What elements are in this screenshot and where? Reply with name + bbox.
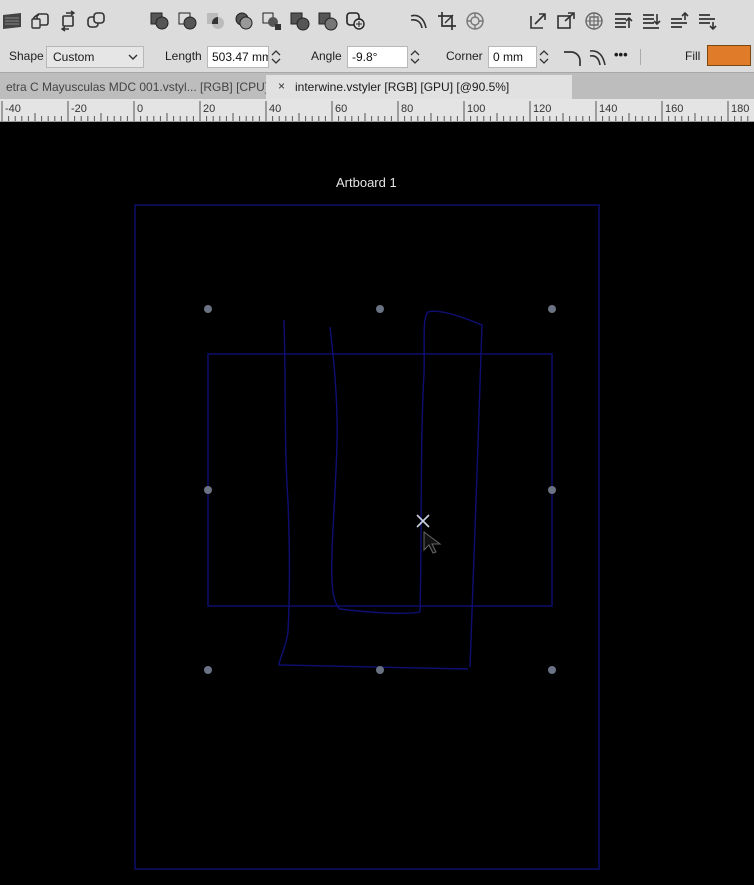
handle-middle-right[interactable] — [548, 486, 556, 494]
shape-dropdown[interactable]: Custom — [46, 46, 144, 68]
handle-middle-left[interactable] — [204, 486, 212, 494]
angle-input[interactable]: -9.8° — [347, 46, 408, 68]
transform-icon[interactable] — [56, 9, 80, 33]
canvas[interactable]: Artboard 1 — [0, 122, 754, 885]
align-down-icon[interactable] — [695, 9, 719, 33]
center-icon[interactable] — [582, 9, 606, 33]
boolean-trim-icon[interactable] — [344, 9, 368, 33]
tab-document-2[interactable]: interwine.vstyler [RGB] [GPU] [@90.5%] — [266, 75, 572, 100]
freehand-curve-middle[interactable] — [329, 326, 421, 614]
corner-spinner-icon[interactable] — [537, 46, 551, 68]
ruler-label: 160 — [665, 103, 683, 115]
rotation-center-icon[interactable] — [416, 514, 430, 528]
angle-label: Angle — [311, 49, 342, 63]
close-icon[interactable]: × — [278, 79, 285, 93]
add-page-icon[interactable] — [28, 9, 52, 33]
ruler-label: 120 — [533, 103, 551, 115]
angle-spinner-icon[interactable] — [408, 46, 422, 68]
fill-color-swatch[interactable] — [707, 45, 751, 66]
document-tabs: etra C Mayusculas MDC 001.vstyl... [RGB]… — [0, 72, 754, 100]
length-spinner-icon[interactable] — [269, 46, 283, 68]
handle-bottom-center[interactable] — [376, 666, 384, 674]
chevron-down-icon — [127, 51, 139, 66]
align-up-icon[interactable] — [667, 9, 691, 33]
path-icon[interactable] — [407, 9, 431, 33]
canvas-drawing — [134, 204, 600, 870]
ruler-tool-icon[interactable] — [0, 9, 24, 33]
align-bottom-icon[interactable] — [639, 9, 663, 33]
horizontal-ruler[interactable]: -40 -20 0 20 40 60 80 100 120 140 160 180 — [0, 99, 754, 122]
gear-icon[interactable] — [463, 9, 487, 33]
path-direction-icon[interactable] — [586, 45, 610, 69]
ruler-label: 0 — [137, 103, 143, 115]
divider — [640, 49, 641, 65]
freehand-curve-right[interactable] — [419, 310, 483, 668]
boolean-subtract-icon[interactable] — [176, 9, 200, 33]
ruler-label: 20 — [203, 103, 215, 115]
length-input[interactable]: 503.47 mm — [207, 46, 269, 68]
fill-label: Fill — [685, 49, 701, 63]
handle-top-right[interactable] — [548, 305, 556, 313]
handle-bottom-right[interactable] — [548, 666, 556, 674]
ruler-label: 80 — [401, 103, 413, 115]
crop-icon[interactable] — [435, 9, 459, 33]
more-options-button[interactable]: ••• — [614, 47, 628, 62]
ruler-label: 60 — [335, 103, 347, 115]
ruler-label: 180 — [731, 103, 749, 115]
main-toolbar — [0, 0, 754, 42]
length-label: Length — [165, 49, 202, 63]
boolean-combine-icon[interactable] — [288, 9, 312, 33]
tab-label: interwine.vstyler [RGB] [GPU] [@90.5%] — [295, 80, 510, 94]
external-icon[interactable] — [554, 9, 578, 33]
boolean-intersect-icon[interactable] — [204, 9, 228, 33]
tab-document-1[interactable]: etra C Mayusculas MDC 001.vstyl... [RGB]… — [0, 75, 266, 100]
handle-top-center[interactable] — [376, 305, 384, 313]
corner-type-icon[interactable] — [560, 45, 584, 69]
handle-bottom-left[interactable] — [204, 666, 212, 674]
boolean-unite-icon[interactable] — [148, 9, 172, 33]
boolean-merge-icon[interactable] — [316, 9, 340, 33]
freehand-curve-left[interactable] — [278, 319, 469, 670]
align-icon[interactable] — [526, 9, 550, 33]
shape-label: Shape — [9, 49, 44, 63]
boolean-divide-icon[interactable] — [260, 9, 284, 33]
ruler-label: 100 — [467, 103, 485, 115]
corner-input[interactable]: 0 mm — [488, 46, 537, 68]
ruler-label: 40 — [269, 103, 281, 115]
selection-handles[interactable] — [204, 305, 556, 674]
ruler-label: -20 — [71, 103, 87, 115]
duplicate-icon[interactable] — [84, 9, 108, 33]
shape-value: Custom — [53, 50, 95, 64]
square-shape[interactable] — [207, 353, 553, 607]
corner-label: Corner — [446, 49, 483, 63]
mouse-cursor-icon — [423, 531, 442, 554]
context-toolbar: Shape Custom Length 503.47 mm Angle -9.8… — [0, 42, 754, 72]
align-top-icon[interactable] — [611, 9, 635, 33]
ruler-label: 140 — [599, 103, 617, 115]
ruler-label: -40 — [5, 103, 21, 115]
boolean-exclude-icon[interactable] — [232, 9, 256, 33]
artboard-frame — [134, 204, 600, 870]
handle-top-left[interactable] — [204, 305, 212, 313]
